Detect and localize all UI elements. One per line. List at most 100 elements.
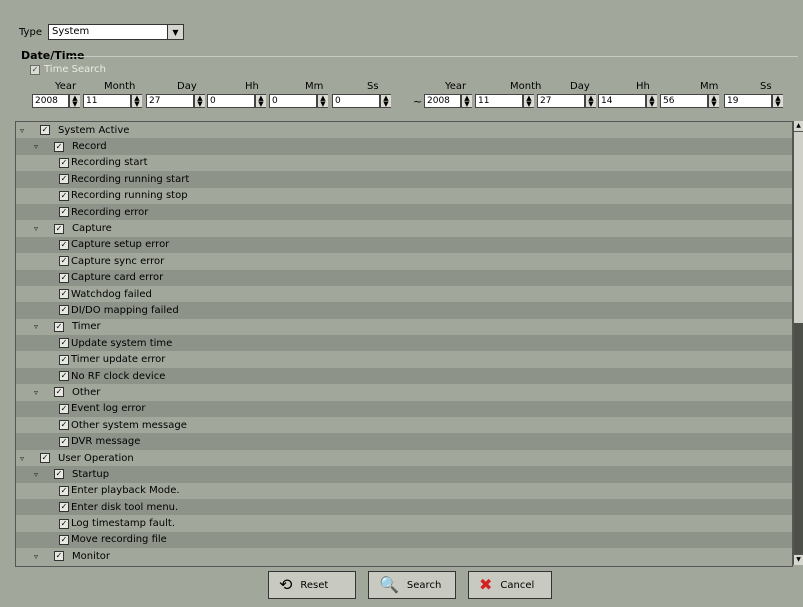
tree-row[interactable]: ✓ Update system time — [16, 335, 792, 352]
date-from-day-spinbox[interactable]: 27 ▲ ▼ — [146, 94, 205, 108]
tree-checkbox[interactable]: ✓ — [59, 338, 69, 349]
tree-row[interactable]: ✓ Event log error — [16, 400, 792, 418]
date-to-year-spinbox[interactable]: 2008 ▲ ▼ — [424, 94, 472, 108]
tree-row[interactable]: ✓ Recording running stop — [16, 188, 792, 204]
date-to-day-spinbox[interactable]: 27 ▲ ▼ — [537, 94, 596, 108]
tree-row[interactable]: ▿ ✓ Monitor — [16, 548, 792, 564]
tree-row[interactable]: ▿ ✓ User Operation — [16, 450, 792, 466]
date-to-month-input[interactable]: 11 — [475, 94, 523, 108]
tree-row[interactable]: ✓ Enter disk tool menu. — [16, 498, 792, 516]
date-from-ss-spinbox[interactable]: 0 ▲ ▼ — [332, 94, 391, 108]
triangle-down-icon[interactable]: ▿ — [34, 142, 38, 151]
tree-row[interactable]: ▿ ✓ System Active — [16, 122, 792, 138]
spin-arrows-icon[interactable]: ▲ ▼ — [523, 94, 534, 108]
date-to-month-spinbox[interactable]: 11 ▲ ▼ — [475, 94, 534, 108]
tree-checkbox[interactable]: ✓ — [59, 403, 69, 414]
tree-row[interactable]: ✓ Move recording file — [16, 531, 792, 549]
spin-arrows-icon[interactable]: ▲ ▼ — [194, 94, 205, 108]
tree-row[interactable]: ✓ Capture setup error — [16, 236, 792, 254]
time-search-toggle[interactable]: ✓ Time Search — [30, 64, 106, 75]
date-from-mm-spinbox[interactable]: 0 ▲ ▼ — [269, 94, 328, 108]
tree-checkbox[interactable]: ✓ — [59, 272, 69, 283]
event-tree[interactable]: ▿ ✓ System Active ▿ ✓ Record ✓ Recording start ✓… — [15, 121, 793, 567]
tree-checkbox[interactable]: ✓ — [54, 321, 64, 332]
tree-row[interactable]: ▿ ✓ Capture — [16, 220, 792, 236]
triangle-down-icon[interactable]: ▿ — [34, 552, 38, 561]
spin-arrows-icon[interactable]: ▲ ▼ — [380, 94, 391, 108]
tree-checkbox[interactable]: ✓ — [59, 485, 69, 496]
tree-checkbox[interactable]: ✓ — [59, 534, 69, 545]
tree-row[interactable]: ✓ No RF clock device — [16, 367, 792, 385]
tree-row[interactable]: ✓ Log timestamp fault. — [16, 515, 792, 531]
date-to-hh-input[interactable]: 14 — [598, 94, 646, 108]
scroll-thumb[interactable] — [794, 323, 803, 561]
tree-checkbox[interactable]: ✓ — [59, 174, 69, 185]
date-from-hh-spinbox[interactable]: 0 ▲ ▼ — [207, 94, 266, 108]
triangle-down-icon[interactable]: ▿ — [20, 454, 24, 463]
scroll-down-icon[interactable]: ▼ — [794, 554, 803, 565]
triangle-down-icon[interactable]: ▿ — [34, 470, 38, 479]
tree-checkbox[interactable]: ✓ — [40, 125, 50, 136]
date-to-mm-spinbox[interactable]: 56 ▲ ▼ — [660, 94, 719, 108]
tree-checkbox[interactable]: ✓ — [59, 502, 69, 513]
tree-checkbox[interactable]: ✓ — [59, 207, 69, 218]
tree-checkbox[interactable]: ✓ — [59, 256, 69, 267]
spin-arrows-icon[interactable]: ▲ ▼ — [69, 94, 80, 108]
tree-checkbox[interactable]: ✓ — [54, 387, 64, 398]
date-from-year-spinbox[interactable]: 2008 ▲ ▼ — [32, 94, 80, 108]
tree-row[interactable]: ✓ Timer update error — [16, 351, 792, 367]
tree-checkbox[interactable]: ✓ — [59, 371, 69, 382]
tree-checkbox[interactable]: ✓ — [40, 453, 50, 463]
tree-checkbox[interactable]: ✓ — [54, 223, 64, 234]
tree-checkbox[interactable]: ✓ — [59, 436, 69, 447]
spin-arrows-icon[interactable]: ▲ ▼ — [585, 94, 596, 108]
date-to-day-input[interactable]: 27 — [537, 94, 585, 108]
tree-checkbox[interactable]: ✓ — [59, 157, 69, 168]
tree-row[interactable]: ✓ Enter playback Mode. — [16, 483, 792, 499]
tree-row[interactable]: ✓ Other system message — [16, 417, 792, 433]
date-from-mm-input[interactable]: 0 — [269, 94, 317, 108]
tree-row[interactable]: ✓ DI/DO mapping failed — [16, 302, 792, 319]
spin-arrows-icon[interactable]: ▲ ▼ — [646, 94, 657, 108]
tree-checkbox[interactable]: ✓ — [54, 141, 64, 152]
chevron-down-icon[interactable]: ▼ — [166, 25, 183, 39]
tree-row[interactable]: ✓ Capture card error — [16, 269, 792, 286]
date-from-month-input[interactable]: 11 — [83, 94, 131, 108]
tree-checkbox[interactable]: ✓ — [54, 551, 64, 562]
spin-arrows-icon[interactable]: ▲ ▼ — [461, 94, 472, 108]
tree-row[interactable]: ▿ ✓ Startup — [16, 466, 792, 483]
tree-checkbox[interactable]: ✓ — [59, 354, 69, 365]
triangle-down-icon[interactable]: ▿ — [34, 322, 38, 331]
date-to-ss-input[interactable]: 19 — [724, 94, 772, 108]
search-button[interactable]: 🔍 Search — [368, 571, 456, 599]
triangle-down-icon[interactable]: ▿ — [20, 126, 24, 135]
date-from-hh-input[interactable]: 0 — [207, 94, 255, 108]
scroll-up-icon[interactable]: ▲ — [794, 121, 803, 132]
spin-arrows-icon[interactable]: ▲ ▼ — [131, 94, 142, 108]
spin-arrows-icon[interactable]: ▲ ▼ — [317, 94, 328, 108]
tree-row[interactable]: ▿ ✓ Other — [16, 384, 792, 400]
tree-checkbox[interactable]: ✓ — [54, 469, 64, 480]
reset-button[interactable]: ⟲ Reset — [268, 571, 356, 599]
spin-arrows-icon[interactable]: ▲ ▼ — [255, 94, 266, 108]
triangle-down-icon[interactable]: ▿ — [34, 224, 38, 233]
date-to-hh-spinbox[interactable]: 14 ▲ ▼ — [598, 94, 657, 108]
date-to-ss-spinbox[interactable]: 19 ▲ ▼ — [724, 94, 783, 108]
date-from-month-spinbox[interactable]: 11 ▲ ▼ — [83, 94, 142, 108]
tree-checkbox[interactable]: ✓ — [59, 239, 69, 250]
tree-row[interactable]: ✓ DVR message — [16, 433, 792, 450]
tree-row[interactable]: ▿ ✓ Timer — [16, 319, 792, 335]
tree-row[interactable]: ✓ Recording running start — [16, 171, 792, 188]
tree-row[interactable]: ✓ Recording start — [16, 155, 792, 171]
date-from-day-input[interactable]: 27 — [146, 94, 194, 108]
date-to-year-input[interactable]: 2008 — [424, 94, 461, 108]
triangle-down-icon[interactable]: ▿ — [34, 388, 38, 397]
tree-scrollbar[interactable]: ▲ ▼ — [793, 121, 803, 565]
tree-checkbox[interactable]: ✓ — [59, 420, 69, 431]
spin-arrows-icon[interactable]: ▲ ▼ — [708, 94, 719, 108]
tree-row[interactable]: ✓ Watchdog failed — [16, 286, 792, 302]
tree-checkbox[interactable]: ✓ — [59, 518, 69, 529]
time-search-checkbox[interactable]: ✓ — [30, 64, 40, 75]
tree-row[interactable]: ✓ Recording error — [16, 203, 792, 221]
tree-checkbox[interactable]: ✓ — [59, 305, 69, 316]
